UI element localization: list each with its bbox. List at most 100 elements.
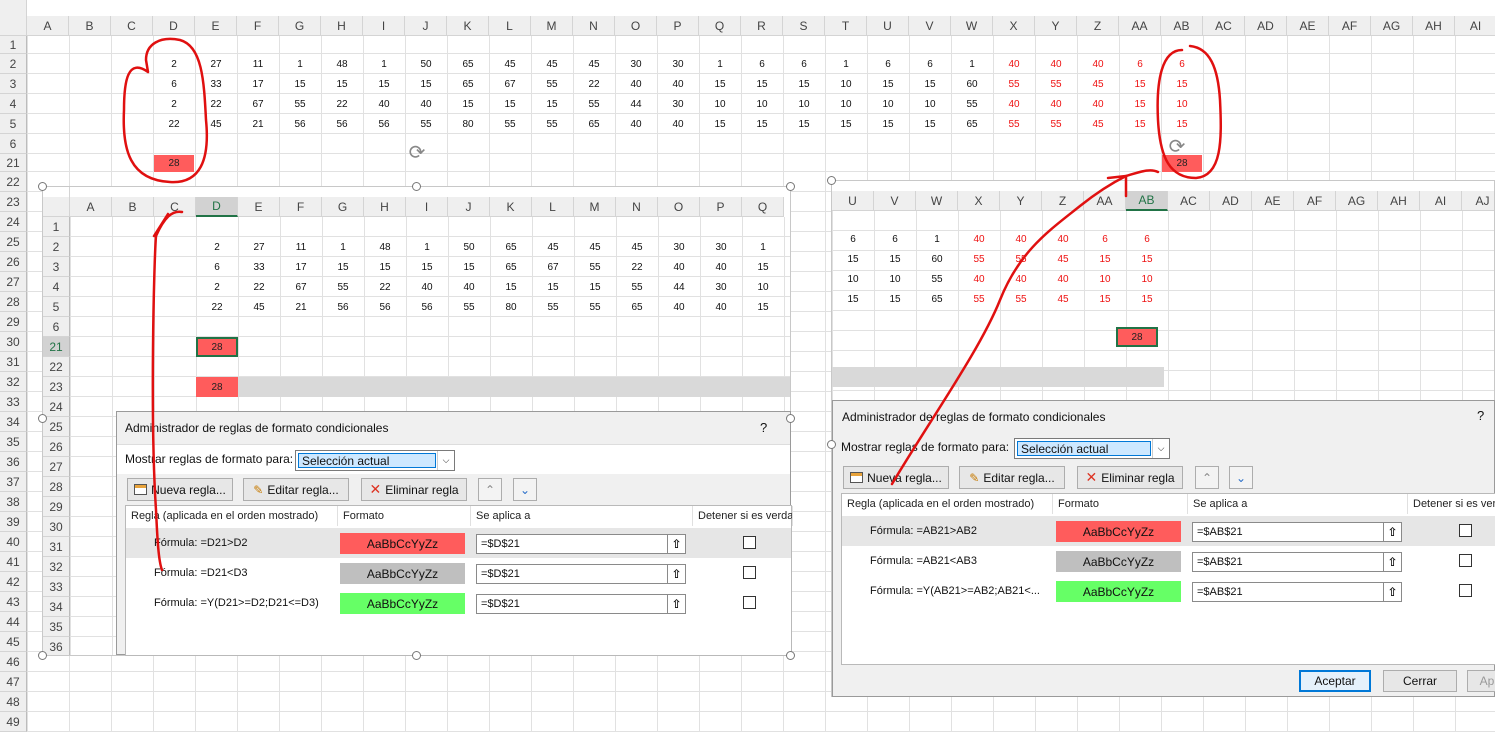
- cell-Q4[interactable]: 10: [742, 277, 784, 297]
- row-header-22[interactable]: 22: [0, 172, 27, 192]
- row-header-23[interactable]: 23: [43, 377, 70, 397]
- cell-X3[interactable]: 55: [993, 74, 1035, 94]
- cell-D4[interactable]: 2: [196, 277, 238, 297]
- cell-AA3[interactable]: 15: [1119, 74, 1161, 94]
- cell-M2[interactable]: 45: [531, 54, 573, 74]
- row-header-43[interactable]: 43: [0, 592, 27, 612]
- column-header-E[interactable]: E: [195, 16, 237, 36]
- cell-R4[interactable]: 10: [741, 94, 783, 114]
- resize-handle[interactable]: [786, 651, 795, 660]
- column-header-S[interactable]: S: [783, 16, 825, 36]
- cell-R3[interactable]: 15: [741, 74, 783, 94]
- cell-I2[interactable]: 1: [363, 54, 405, 74]
- column-header-AI[interactable]: AI: [1420, 191, 1462, 211]
- cell-U2[interactable]: 6: [867, 54, 909, 74]
- range-select-icon[interactable]: ⇧: [667, 565, 685, 583]
- resize-handle[interactable]: [38, 182, 47, 191]
- cell-O4[interactable]: 44: [658, 277, 700, 297]
- cell-W4[interactable]: 55: [951, 94, 993, 114]
- cell-K5[interactable]: 80: [447, 114, 489, 134]
- move-down-button[interactable]: ⌄: [513, 478, 537, 501]
- cell-U3[interactable]: 15: [832, 249, 874, 269]
- cell-S4[interactable]: 10: [783, 94, 825, 114]
- column-header-AJ[interactable]: AJ: [1462, 191, 1494, 211]
- row-header-32[interactable]: 32: [0, 372, 27, 392]
- column-header-V[interactable]: V: [874, 191, 916, 211]
- row-header-26[interactable]: 26: [43, 437, 70, 457]
- column-header-AH[interactable]: AH: [1378, 191, 1420, 211]
- cell-AB5[interactable]: 15: [1161, 114, 1203, 134]
- column-header-AB[interactable]: AB: [1161, 16, 1203, 36]
- cell-Q2[interactable]: 1: [699, 54, 741, 74]
- cell-R5[interactable]: 15: [741, 114, 783, 134]
- cell-V2[interactable]: 6: [874, 229, 916, 249]
- cell-Z2[interactable]: 40: [1077, 54, 1119, 74]
- row-header-32[interactable]: 32: [43, 557, 70, 577]
- row-header-33[interactable]: 33: [43, 577, 70, 597]
- cell-L2[interactable]: 45: [532, 237, 574, 257]
- column-header-M[interactable]: M: [574, 197, 616, 217]
- cell-M2[interactable]: 45: [574, 237, 616, 257]
- cell-V4[interactable]: 10: [874, 269, 916, 289]
- column-header-AE[interactable]: AE: [1287, 16, 1329, 36]
- cell-G2[interactable]: 1: [322, 237, 364, 257]
- column-header-F[interactable]: F: [237, 16, 279, 36]
- cell-Z3[interactable]: 45: [1077, 74, 1119, 94]
- cell-I3[interactable]: 15: [406, 257, 448, 277]
- cell-O5[interactable]: 40: [658, 297, 700, 317]
- stop-if-true-checkbox[interactable]: [1459, 524, 1472, 537]
- cell-I5[interactable]: 56: [406, 297, 448, 317]
- cell-P2[interactable]: 30: [700, 237, 742, 257]
- cell-E4[interactable]: 22: [195, 94, 237, 114]
- cell-N5[interactable]: 65: [573, 114, 615, 134]
- applies-to-input[interactable]: =$D$21 ⇧: [476, 534, 686, 554]
- cell-F3[interactable]: 17: [280, 257, 322, 277]
- rotate-handle-icon[interactable]: ⟳: [406, 142, 428, 164]
- row-header-44[interactable]: 44: [0, 612, 27, 632]
- applies-to-input[interactable]: =$D$21 ⇧: [476, 564, 686, 584]
- cell-Q4[interactable]: 10: [699, 94, 741, 114]
- cell-T4[interactable]: 10: [825, 94, 867, 114]
- applies-to-input[interactable]: =$AB$21 ⇧: [1192, 522, 1402, 542]
- cell-H2[interactable]: 48: [364, 237, 406, 257]
- cell-AB21-selected[interactable]: 28: [1116, 327, 1158, 347]
- cell-K5[interactable]: 80: [490, 297, 532, 317]
- cell-L5[interactable]: 55: [532, 297, 574, 317]
- cell-M3[interactable]: 55: [574, 257, 616, 277]
- row-header-30[interactable]: 30: [43, 517, 70, 537]
- cell-L3[interactable]: 67: [489, 74, 531, 94]
- column-header-R[interactable]: R: [741, 16, 783, 36]
- cell-O2[interactable]: 30: [658, 237, 700, 257]
- select-all-corner[interactable]: [0, 0, 27, 36]
- column-header-W[interactable]: W: [916, 191, 958, 211]
- row-header-48[interactable]: 48: [0, 692, 27, 712]
- cell-V3[interactable]: 15: [874, 249, 916, 269]
- cell-W3[interactable]: 60: [916, 249, 958, 269]
- row-header-42[interactable]: 42: [0, 572, 27, 592]
- cell-H5[interactable]: 56: [364, 297, 406, 317]
- cell-E5[interactable]: 45: [195, 114, 237, 134]
- cell-AB3[interactable]: 15: [1161, 74, 1203, 94]
- cell-AA2[interactable]: 6: [1084, 229, 1126, 249]
- cell-Y4[interactable]: 40: [1035, 94, 1077, 114]
- new-rule-button[interactable]: Nueva regla...: [127, 478, 233, 501]
- cell-K4[interactable]: 15: [490, 277, 532, 297]
- cell-J5[interactable]: 55: [405, 114, 447, 134]
- cell-J5[interactable]: 55: [448, 297, 490, 317]
- cell-AB2[interactable]: 6: [1126, 229, 1168, 249]
- column-header-AI[interactable]: AI: [1455, 16, 1495, 36]
- move-up-button[interactable]: ⌃: [1195, 466, 1219, 489]
- cell-D2[interactable]: 2: [153, 54, 195, 74]
- cell-U3[interactable]: 15: [867, 74, 909, 94]
- column-header-K[interactable]: K: [490, 197, 532, 217]
- column-header-Y[interactable]: Y: [1035, 16, 1077, 36]
- resize-handle[interactable]: [786, 414, 795, 423]
- column-header-U[interactable]: U: [867, 16, 909, 36]
- cell-W5[interactable]: 65: [951, 114, 993, 134]
- resize-handle[interactable]: [827, 176, 836, 185]
- cell-P5[interactable]: 40: [657, 114, 699, 134]
- cell-U4[interactable]: 10: [832, 269, 874, 289]
- cell-X2[interactable]: 40: [993, 54, 1035, 74]
- cell-F5[interactable]: 21: [237, 114, 279, 134]
- column-header-AC[interactable]: AC: [1168, 191, 1210, 211]
